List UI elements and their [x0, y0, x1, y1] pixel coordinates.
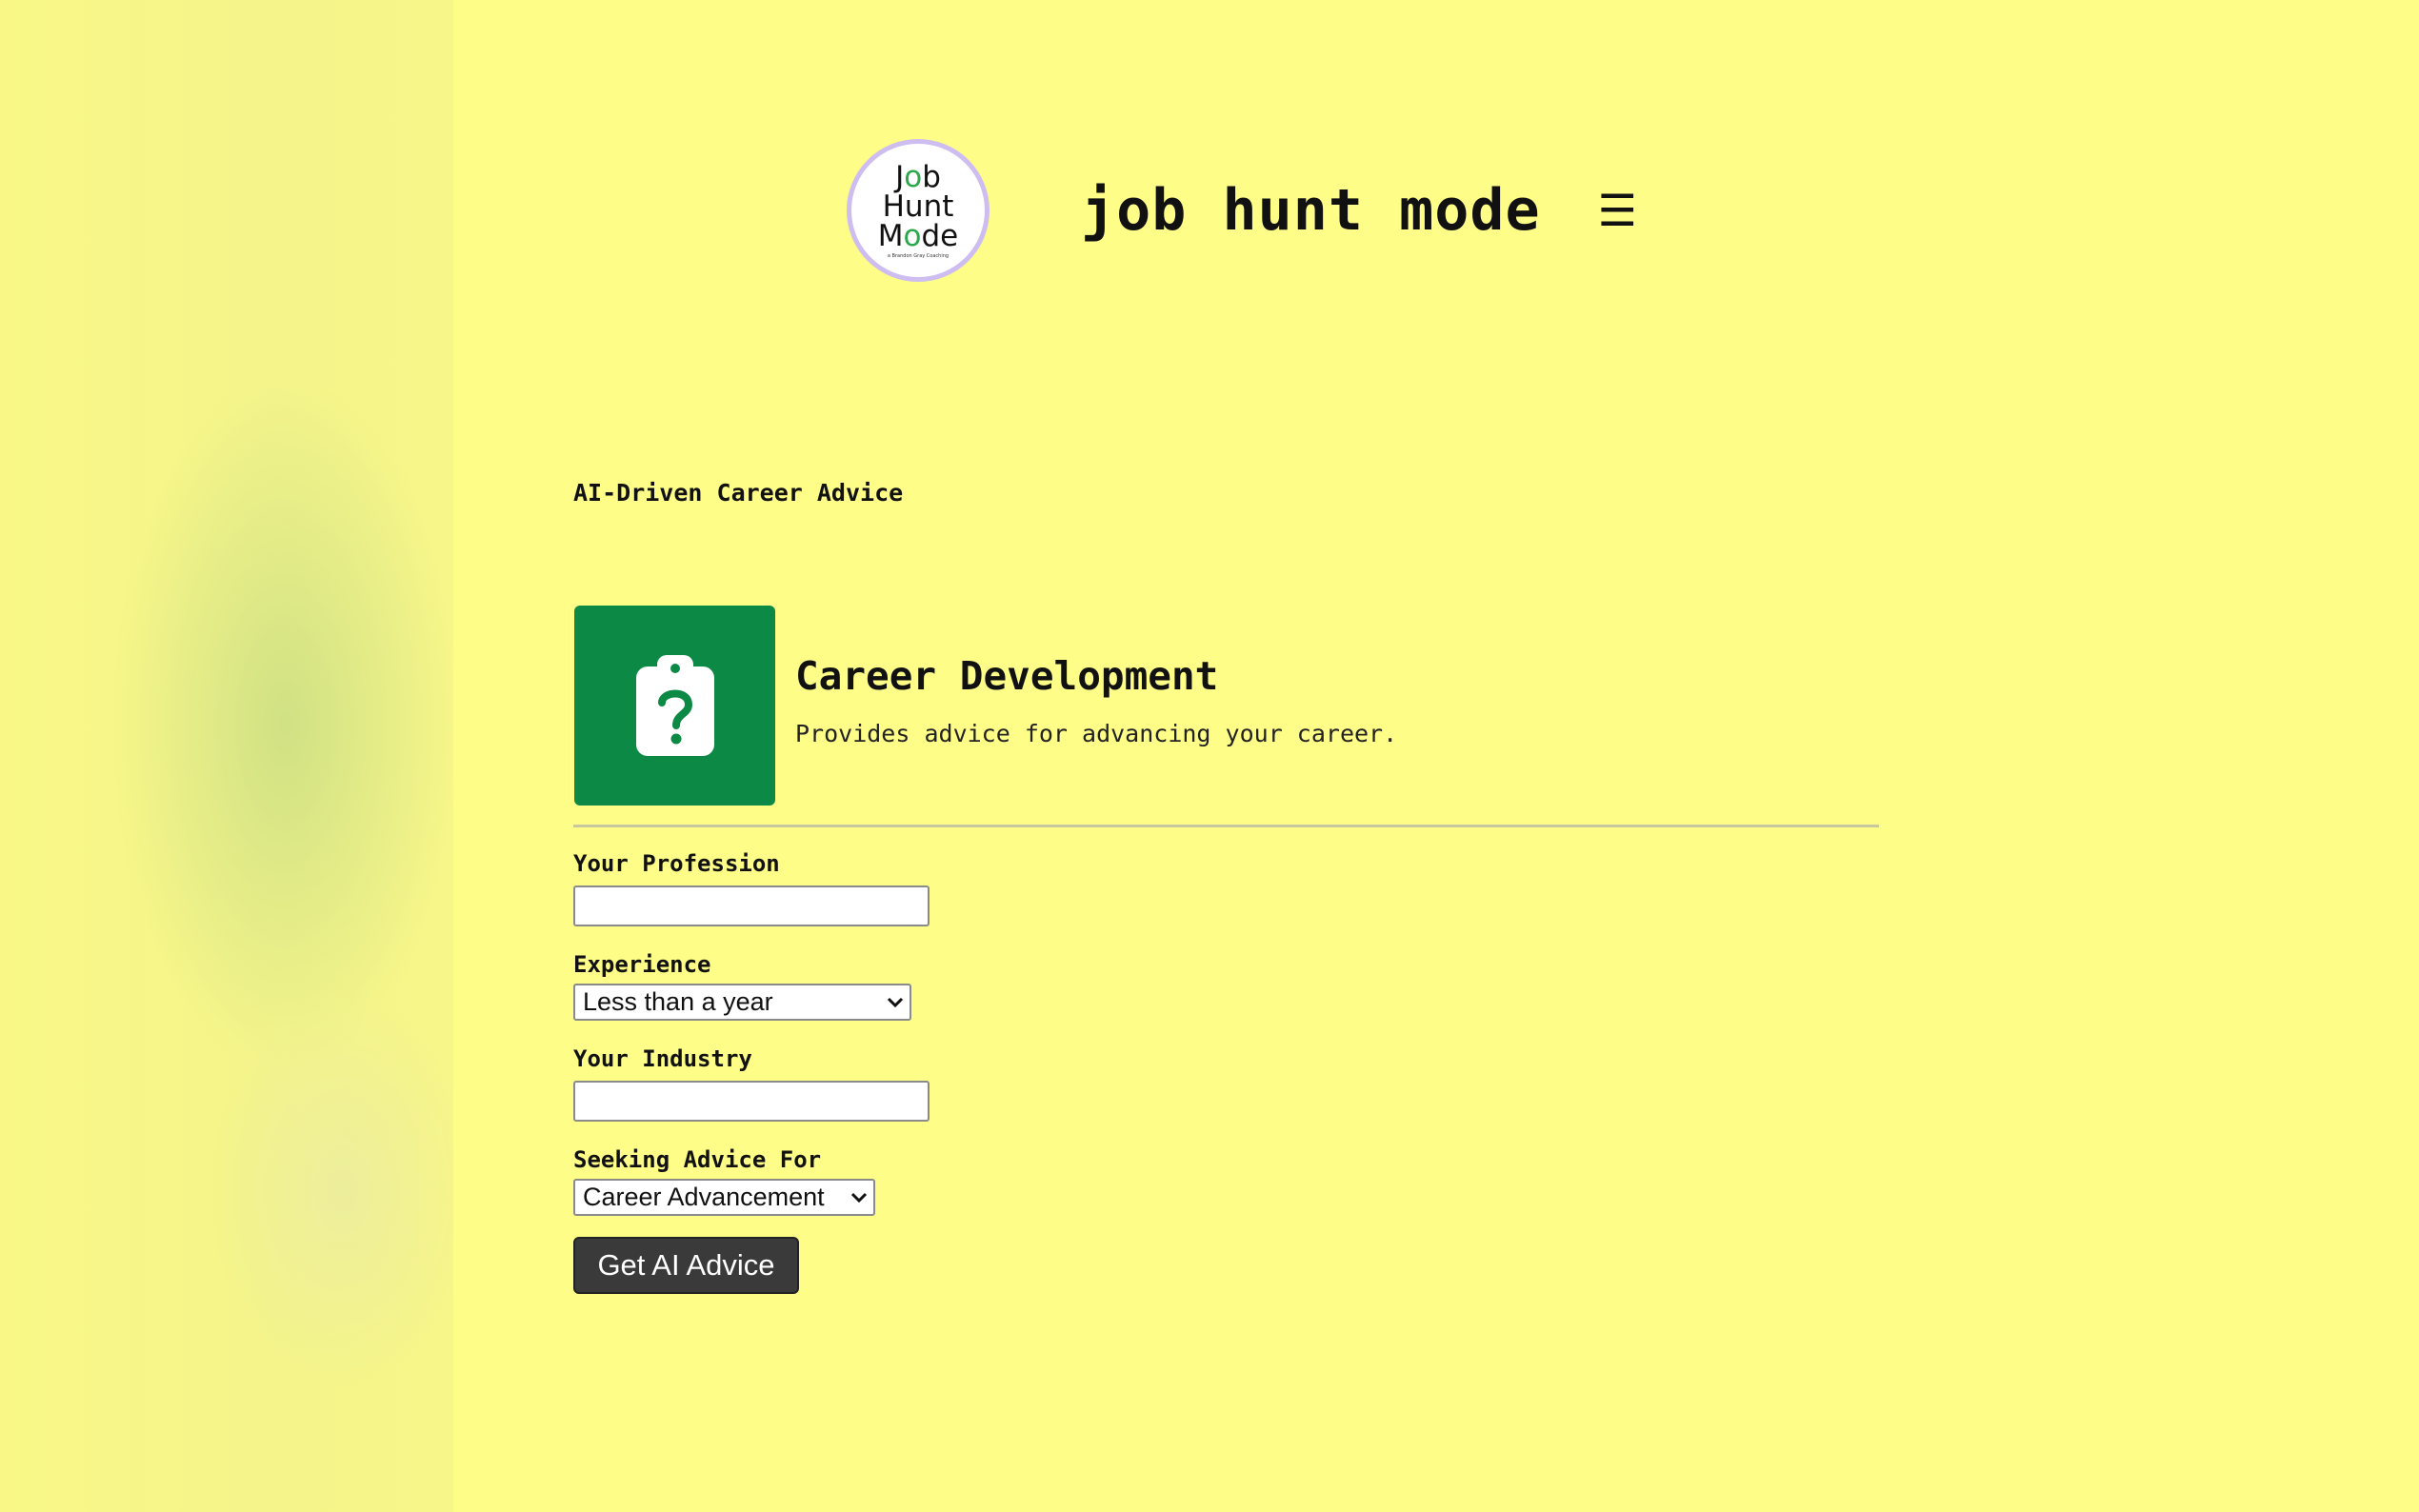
experience-selected-value: Less than a year [583, 987, 773, 1016]
card-description: Provides advice for advancing your caree… [795, 720, 1398, 747]
logo-small-text: a Brandon Gray Coaching [887, 252, 950, 259]
section-label: AI-Driven Career Advice [573, 479, 904, 507]
clipboard-question-icon [574, 606, 775, 806]
logo-line-3: Mode [877, 218, 959, 253]
logo-line-2: Hunt [882, 189, 954, 224]
logo-line-1: Job [895, 159, 941, 194]
profession-input[interactable] [573, 885, 930, 926]
advice-type-label: Seeking Advice For [573, 1146, 822, 1173]
advice-form: Your Profession Experience Less than a y… [573, 850, 930, 1294]
divider [573, 825, 1879, 827]
job-hunt-mode-logo[interactable]: Job Hunt Mode a Brandon Gray Coaching [847, 139, 990, 282]
site-title[interactable]: job hunt mode [1081, 177, 1541, 244]
left-background-panel [0, 0, 453, 1512]
profession-label: Your Profession [573, 850, 780, 877]
experience-select[interactable]: Less than a year [573, 984, 911, 1021]
tool-card: Career Development Provides advice for a… [574, 606, 1397, 806]
get-ai-advice-button[interactable]: Get AI Advice [573, 1237, 799, 1294]
industry-label: Your Industry [573, 1045, 752, 1072]
experience-label: Experience [573, 951, 711, 978]
site-header: Job Hunt Mode a Brandon Gray Coaching jo… [847, 135, 1637, 286]
chevron-down-icon [887, 997, 904, 1008]
hamburger-icon[interactable]: ☰ [1598, 185, 1637, 236]
advice-type-selected-value: Career Advancement [583, 1183, 825, 1211]
industry-input[interactable] [573, 1081, 930, 1122]
chevron-down-icon [850, 1192, 868, 1204]
advice-type-select[interactable]: Career Advancement [573, 1179, 875, 1216]
card-title: Career Development [795, 653, 1219, 699]
